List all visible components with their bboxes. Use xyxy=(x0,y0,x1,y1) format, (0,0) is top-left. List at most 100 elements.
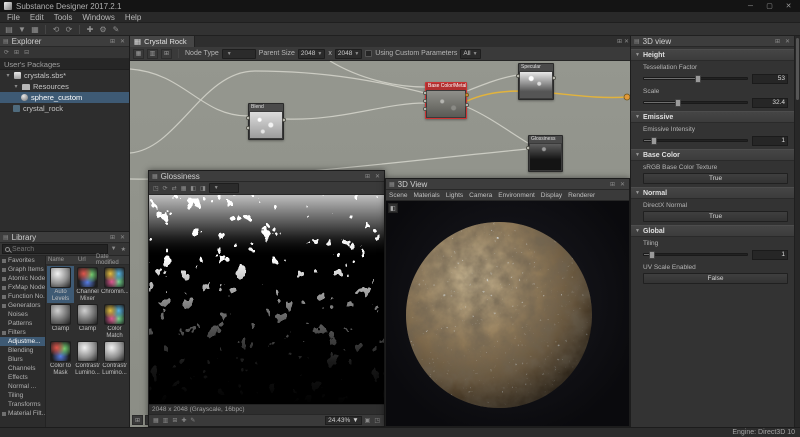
parent-height-dropdown[interactable]: 2048▼ xyxy=(335,49,362,59)
expand-all-icon[interactable]: ⊞ xyxy=(13,49,20,56)
library-item[interactable]: Color to Mask xyxy=(47,340,74,377)
library-item[interactable]: Contrast/ Lumino... xyxy=(74,340,101,377)
dock-icon[interactable]: ⊞ xyxy=(609,181,616,188)
graph-node-glossiness[interactable]: Glossiness xyxy=(528,135,563,172)
node-output-pin[interactable] xyxy=(552,76,556,80)
node-output-pin[interactable] xyxy=(465,93,469,97)
library-item[interactable]: Clamp xyxy=(74,303,101,340)
section-global[interactable]: ▼ Global xyxy=(631,225,794,237)
close-icon[interactable]: ✕ xyxy=(119,38,126,45)
close-icon[interactable]: ✕ xyxy=(119,234,126,241)
redo-icon[interactable]: ⟳ xyxy=(63,24,75,35)
category-adjustments[interactable]: Adjustme... xyxy=(0,337,45,346)
tiling-slider[interactable] xyxy=(643,253,748,256)
favorites-star-icon[interactable]: ★ xyxy=(120,246,127,253)
menu-help[interactable]: Help xyxy=(120,12,146,22)
tile-icon[interactable]: ◳ xyxy=(373,417,381,424)
view-mode-icon[interactable]: ▦ xyxy=(152,417,160,424)
save-icon[interactable]: ▦ xyxy=(29,24,41,35)
tab-crystal-rock[interactable]: ▦ Crystal Rock xyxy=(130,36,195,47)
undo-icon[interactable]: ⟲ xyxy=(50,24,62,35)
uv-set-dropdown[interactable]: ▼ xyxy=(209,183,239,193)
category-filters[interactable]: Filters xyxy=(0,328,45,337)
category-generators[interactable]: Generators xyxy=(0,301,45,310)
grid-snap-icon[interactable]: ▦ xyxy=(133,49,144,59)
node-input-pin[interactable] xyxy=(423,107,427,111)
tiling-preview-icon[interactable]: ◳ xyxy=(152,185,160,192)
filter-icon[interactable]: ▼ xyxy=(110,246,118,252)
library-item[interactable]: Auto Levels xyxy=(47,266,74,303)
library-item[interactable]: Contrast/ Lumino... xyxy=(101,340,128,377)
tiling-value[interactable]: 1 xyxy=(752,250,788,260)
fit-view-icon[interactable]: ⊞ xyxy=(171,417,178,424)
zoom-fit-icon[interactable]: ⊞ xyxy=(132,415,143,425)
category-normal[interactable]: Normal ... xyxy=(0,382,45,391)
category-transforms[interactable]: Transforms xyxy=(0,400,45,409)
category-channels[interactable]: Channels xyxy=(0,364,45,373)
category-noises[interactable]: Noises xyxy=(0,310,45,319)
close-icon[interactable]: ✕ xyxy=(374,173,381,180)
graph-node-blend[interactable]: Blend xyxy=(248,103,284,140)
minimize-button[interactable]: ─ xyxy=(743,1,758,11)
settings-icon[interactable]: ⚙ xyxy=(97,24,109,35)
view-2d-canvas[interactable] xyxy=(149,195,384,404)
expand-arrow-icon[interactable]: ▾ xyxy=(13,83,19,90)
zoom-100-icon[interactable]: ▣ xyxy=(364,417,372,424)
directx-normal-dropdown[interactable]: True xyxy=(643,211,788,222)
category-favorites[interactable]: Favorites xyxy=(0,256,45,265)
swap-icon[interactable]: ⇄ xyxy=(171,185,178,192)
search-box[interactable] xyxy=(2,244,108,254)
graph-node-base-color-metallic[interactable]: Base Color/Metallic xyxy=(425,82,467,119)
category-graph-items[interactable]: Graph Items xyxy=(0,265,45,274)
menu-display[interactable]: Display xyxy=(538,192,565,199)
scale-value[interactable]: 32.4 xyxy=(752,98,788,108)
tree-item-resources[interactable]: ▾ Resources xyxy=(0,81,129,92)
view-3d-viewport[interactable]: ◧ xyxy=(386,201,629,426)
menu-renderer[interactable]: Renderer xyxy=(565,192,598,199)
dock-icon[interactable]: ⊞ xyxy=(109,38,116,45)
category-effects[interactable]: Effects xyxy=(0,373,45,382)
category-patterns[interactable]: Patterns xyxy=(0,319,45,328)
node-output-pin[interactable] xyxy=(282,118,286,122)
refresh-icon[interactable]: ⟳ xyxy=(162,185,169,192)
category-tiling[interactable]: Tiling xyxy=(0,391,45,400)
tree-item-crystal-rock[interactable]: crystal_rock xyxy=(0,103,129,114)
zoom-in-icon[interactable]: ✚ xyxy=(180,417,187,424)
search-input[interactable] xyxy=(12,246,105,253)
library-item[interactable]: Chromin... xyxy=(101,266,128,303)
grid-icon[interactable]: ▦ xyxy=(180,185,188,192)
split-view-icon[interactable]: ▥ xyxy=(162,417,170,424)
node-input-pin[interactable] xyxy=(526,146,530,150)
library-item[interactable]: Color Match xyxy=(101,303,128,340)
menu-lights[interactable]: Lights xyxy=(443,192,466,199)
menu-windows[interactable]: Windows xyxy=(77,12,119,22)
section-base-color[interactable]: ▼ Base Color xyxy=(631,149,794,161)
close-button[interactable]: ✕ xyxy=(781,1,796,11)
menu-environment[interactable]: Environment xyxy=(495,192,538,199)
close-icon[interactable]: ✕ xyxy=(784,38,791,45)
section-emissive[interactable]: ▼ Emissive xyxy=(631,111,794,123)
menu-file[interactable]: File xyxy=(2,12,25,22)
menu-camera[interactable]: Camera xyxy=(466,192,495,199)
section-height[interactable]: ▼ Height xyxy=(631,49,794,61)
node-type-dropdown[interactable]: ▼ xyxy=(222,49,256,59)
node-input-pin[interactable] xyxy=(246,126,250,130)
parent-width-dropdown[interactable]: 2048▼ xyxy=(298,49,325,59)
uv-scale-enabled-dropdown[interactable]: False xyxy=(643,273,788,284)
new-package-icon[interactable]: ▤ xyxy=(3,24,15,35)
menu-scene[interactable]: Scene xyxy=(386,192,410,199)
collapse-all-icon[interactable]: ⊟ xyxy=(23,49,30,56)
emissive-intensity-slider[interactable] xyxy=(643,139,748,142)
scrollbar-thumb[interactable] xyxy=(796,38,799,100)
custom-parameters-checkbox[interactable] xyxy=(365,50,372,57)
node-input-pin[interactable] xyxy=(516,74,520,78)
tessellation-factor-slider[interactable] xyxy=(643,77,748,80)
category-fxmap-nodes[interactable]: FxMap Nodes xyxy=(0,283,45,292)
menu-tools[interactable]: Tools xyxy=(49,12,78,22)
category-function-nodes[interactable]: Function No... xyxy=(0,292,45,301)
zoom-level-dropdown[interactable]: 24.43% ▼ xyxy=(325,416,361,425)
graph-node-specular[interactable]: Specular xyxy=(518,63,554,100)
close-icon[interactable]: ✕ xyxy=(619,181,626,188)
properties-scrollbar[interactable] xyxy=(794,36,800,427)
section-normal[interactable]: ▼ Normal xyxy=(631,187,794,199)
